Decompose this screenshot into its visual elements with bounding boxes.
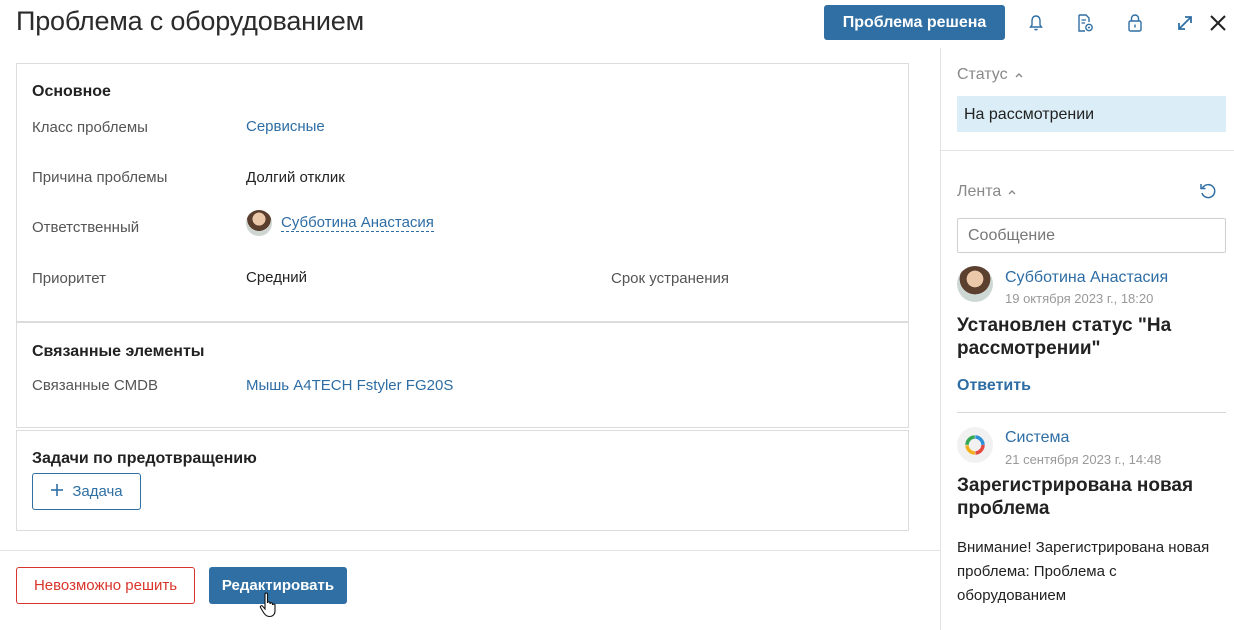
basic-heading: Основное xyxy=(32,83,111,100)
cmdb-label: Связанные CMDB xyxy=(32,377,158,394)
message-input[interactable] xyxy=(957,218,1226,253)
related-card: Связанные элементы Связанные CMDB Мышь A… xyxy=(16,322,909,428)
system-logo-icon xyxy=(957,427,993,463)
feed-divider xyxy=(957,412,1226,413)
deadline-label: Срок устранения xyxy=(611,270,730,287)
reply-link[interactable]: Ответить xyxy=(957,377,1031,395)
sidebar-divider xyxy=(941,150,1234,151)
priority-value: Средний xyxy=(246,269,307,286)
feed-author-link[interactable]: Система xyxy=(1005,429,1069,447)
responsible-label: Ответственный xyxy=(32,219,140,236)
resolve-button[interactable]: Проблема решена xyxy=(824,5,1005,40)
chevron-up-icon xyxy=(1014,66,1024,84)
bell-icon[interactable] xyxy=(1023,10,1049,36)
feed-title: Установлен статус "На рассмотрении" xyxy=(957,315,1172,359)
expand-icon[interactable] xyxy=(1172,10,1198,36)
close-icon[interactable] xyxy=(1205,10,1231,36)
tasks-heading: Задачи по предотвращению xyxy=(32,450,257,467)
tasks-card: Задачи по предотвращению Задача xyxy=(16,430,909,531)
problem-cause-value: Долгий отклик xyxy=(246,169,345,186)
problem-class-link[interactable]: Сервисные xyxy=(246,118,325,135)
page-title: Проблема с оборудованием xyxy=(16,6,364,36)
status-section-header[interactable]: Статус xyxy=(957,66,1024,84)
document-settings-icon[interactable] xyxy=(1072,10,1098,36)
feed-timestamp: 21 сентября 2023 г., 14:48 xyxy=(1005,452,1162,467)
feed-timestamp: 19 октября 2023 г., 18:20 xyxy=(1005,291,1154,306)
priority-label: Приоритет xyxy=(32,270,106,287)
basic-info-card: Основное Класс проблемы Сервисные Причин… xyxy=(16,63,909,322)
add-task-button[interactable]: Задача xyxy=(32,473,141,510)
feed-heading: Лента xyxy=(957,183,1002,200)
responsible-value[interactable]: Субботина Анастасия xyxy=(246,210,434,236)
feed-title: Зарегистрирована новая проблема xyxy=(957,475,1194,519)
vertical-divider xyxy=(940,48,941,630)
status-heading: Статус xyxy=(957,66,1008,83)
plus-icon xyxy=(50,483,64,501)
avatar xyxy=(246,210,272,236)
chevron-up-icon xyxy=(1007,183,1017,201)
footer-divider xyxy=(0,550,940,551)
hand-cursor-icon xyxy=(259,592,279,623)
cannot-resolve-button[interactable]: Невозможно решить xyxy=(16,567,195,604)
problem-class-label: Класс проблемы xyxy=(32,119,148,136)
responsible-user-link[interactable]: Субботина Анастасия xyxy=(281,214,434,232)
related-heading: Связанные элементы xyxy=(32,343,205,360)
feed-section-header[interactable]: Лента xyxy=(957,183,1017,201)
add-task-label: Задача xyxy=(72,483,123,500)
feed-message-body: Внимание! Зарегистрирована новая проблем… xyxy=(957,539,1210,604)
feed-author-link[interactable]: Субботина Анастасия xyxy=(1005,269,1168,287)
problem-cause-label: Причина проблемы xyxy=(32,169,168,186)
lock-icon[interactable] xyxy=(1122,10,1148,36)
status-value: На рассмотрении xyxy=(957,96,1226,132)
avatar xyxy=(957,266,993,302)
cmdb-link[interactable]: Мышь A4TECH Fstyler FG20S xyxy=(246,377,453,394)
refresh-icon[interactable] xyxy=(1198,181,1218,201)
